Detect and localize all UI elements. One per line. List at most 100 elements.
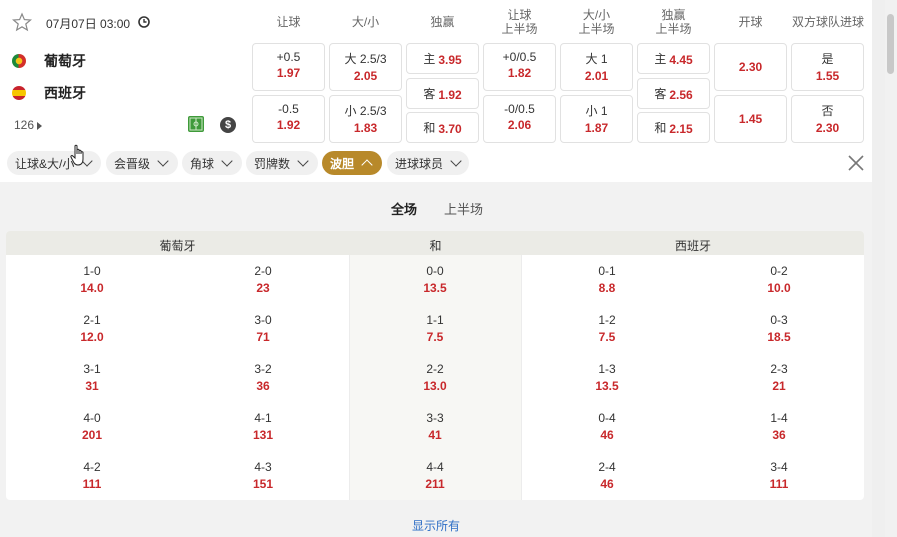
odds-ml-h1-away[interactable]: 客 2.56 [637, 78, 710, 109]
score-line: 3-0 [254, 313, 272, 327]
header-handicap-h1: 让球 上半场 [501, 8, 538, 36]
score-cell[interactable]: 3-0 71 [233, 313, 293, 344]
score-cell[interactable]: 4-3 151 [233, 460, 293, 491]
score-line: 3-3 [426, 411, 444, 425]
score-odds: 211 [425, 477, 445, 491]
flag-portugal-icon [12, 54, 26, 68]
score-odds: 13.5 [423, 281, 447, 295]
score-cell[interactable]: 1-0 14.0 [62, 264, 122, 295]
score-cell[interactable]: 2-3 21 [749, 362, 809, 393]
score-cell[interactable]: 0-1 8.8 [577, 264, 637, 295]
score-cell[interactable]: 0-3 18.5 [749, 313, 809, 344]
filter-goalscorer[interactable]: 进球球员 [387, 151, 469, 175]
score-cell[interactable]: 3-4 111 [749, 460, 809, 491]
home-team: 葡萄牙 [12, 51, 86, 71]
score-cell[interactable]: 1-4 36 [749, 411, 809, 442]
odds-moneyline-home[interactable]: 主 3.95 [406, 43, 479, 74]
star-icon[interactable] [12, 12, 32, 32]
odds-kickoff-home[interactable]: 2.30 [714, 43, 787, 91]
money-icon[interactable]: $ [220, 117, 236, 133]
col-draw-label: 和 [429, 239, 442, 253]
score-odds: 31 [85, 379, 99, 393]
correct-score-header: 葡萄牙 和 西班牙 [6, 231, 864, 255]
score-cell[interactable]: 3-1 31 [62, 362, 122, 393]
odds-over-h1[interactable]: 大 1 2.01 [560, 43, 633, 91]
score-line: 2-2 [426, 362, 444, 376]
score-cell[interactable]: 1-1 7.5 [405, 313, 465, 344]
score-cell[interactable]: 2-2 13.0 [405, 362, 465, 393]
odds-ml-h1-draw[interactable]: 和 2.15 [637, 112, 710, 143]
score-line: 1-4 [770, 411, 788, 425]
score-cell[interactable]: 4-2 111 [62, 460, 122, 491]
odds-btts-yes[interactable]: 是 1.55 [791, 43, 864, 91]
flag-spain-icon [12, 86, 26, 100]
score-cell[interactable]: 0-2 10.0 [749, 264, 809, 295]
score-line: 3-2 [254, 362, 272, 376]
score-cell[interactable]: 1-3 13.5 [577, 362, 637, 393]
score-odds: 7.5 [426, 330, 444, 344]
close-icon[interactable] [846, 153, 866, 173]
score-cell[interactable]: 0-0 13.5 [405, 264, 465, 295]
score-line: 4-2 [83, 460, 101, 474]
filter-advance[interactable]: 会晋级 [106, 151, 178, 175]
home-team-name: 葡萄牙 [44, 53, 86, 69]
score-cell[interactable]: 4-4 211 [405, 460, 465, 491]
odds-handicap-h1-home[interactable]: +0/0.5 1.82 [483, 43, 556, 91]
filter-corners[interactable]: 角球 [182, 151, 242, 175]
score-cell[interactable]: 2-1 12.0 [62, 313, 122, 344]
clock-icon [138, 16, 150, 28]
score-odds: 36 [256, 379, 270, 393]
odds-under[interactable]: 小 2.5/3 1.83 [329, 95, 402, 143]
odds-handicap-home[interactable]: +0.5 1.97 [252, 43, 325, 91]
pitch-icon[interactable] [188, 116, 204, 132]
score-cell[interactable]: 4-0 201 [62, 411, 122, 442]
scrollbar-thumb[interactable] [887, 14, 894, 74]
filter-correct-score[interactable]: 波胆 [322, 151, 382, 175]
score-odds: 23 [256, 281, 270, 295]
score-odds: 12.0 [80, 330, 104, 344]
tab-first-half[interactable]: 上半场 [444, 199, 483, 218]
odds-ml-h1-home[interactable]: 主 4.45 [637, 43, 710, 74]
score-cell[interactable]: 1-2 7.5 [577, 313, 637, 344]
scrollbar-track[interactable] [885, 0, 897, 537]
header-moneyline: 独赢 [430, 15, 455, 29]
odds-moneyline-away[interactable]: 客 1.92 [406, 78, 479, 109]
score-cell[interactable]: 4-1 131 [233, 411, 293, 442]
score-odds: 21 [772, 379, 786, 393]
score-line: 4-3 [254, 460, 272, 474]
hand-cursor-icon [70, 144, 84, 166]
header-ou-h1: 大/小 上半场 [578, 8, 615, 36]
score-line: 0-4 [598, 411, 616, 425]
score-line: 1-2 [598, 313, 616, 327]
header-ml-h1: 独赢 上半场 [655, 8, 692, 36]
score-cell[interactable]: 2-4 46 [577, 460, 637, 491]
score-cell[interactable]: 3-3 41 [405, 411, 465, 442]
match-header-panel: 07月07日 03:00 葡萄牙 西班牙 126 $ 让球 大/小 独赢 让球上… [0, 0, 872, 182]
score-odds: 71 [256, 330, 270, 344]
more-markets-count[interactable]: 126 [14, 118, 43, 132]
score-odds: 111 [769, 477, 789, 491]
score-odds: 7.5 [598, 330, 616, 344]
odds-over[interactable]: 大 2.5/3 2.05 [329, 43, 402, 91]
away-team-name: 西班牙 [44, 85, 86, 101]
score-line: 1-3 [598, 362, 616, 376]
filter-cards[interactable]: 罚牌数 [246, 151, 318, 175]
odds-handicap-away[interactable]: -0.5 1.92 [252, 95, 325, 143]
chevron-down-icon [157, 155, 169, 167]
score-cell[interactable]: 3-2 36 [233, 362, 293, 393]
show-all-link[interactable]: 显示所有 [0, 517, 872, 534]
header-handicap: 让球 [276, 15, 301, 29]
score-line: 0-3 [770, 313, 788, 327]
score-odds: 10.0 [767, 281, 791, 295]
tab-full-time[interactable]: 全场 [391, 199, 417, 218]
odds-btts-no[interactable]: 否 2.30 [791, 95, 864, 143]
score-cell[interactable]: 2-0 23 [233, 264, 293, 295]
score-cell[interactable]: 0-4 46 [577, 411, 637, 442]
score-line: 0-1 [598, 264, 616, 278]
odds-kickoff-away[interactable]: 1.45 [714, 95, 787, 143]
away-team: 西班牙 [12, 83, 86, 103]
score-odds: 46 [600, 428, 614, 442]
odds-handicap-h1-away[interactable]: -0/0.5 2.06 [483, 95, 556, 143]
odds-moneyline-draw[interactable]: 和 3.70 [406, 112, 479, 143]
odds-under-h1[interactable]: 小 1 1.87 [560, 95, 633, 143]
